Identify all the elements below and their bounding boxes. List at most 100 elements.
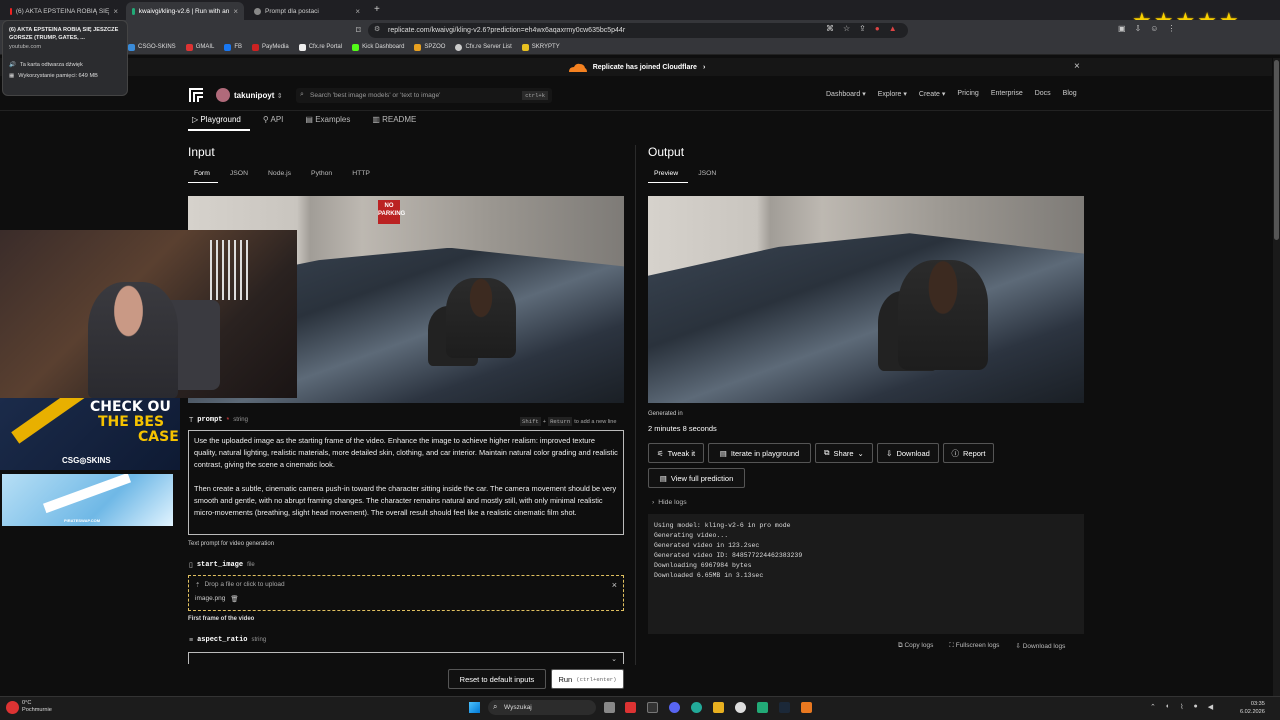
tab-youtube[interactable]: (6) AKTA EPSTEINA ROBIĄ SIĘ × bbox=[4, 2, 124, 20]
spreadsheet-icon[interactable] bbox=[757, 702, 768, 713]
tweak-button[interactable]: ⚟ Tweak it bbox=[648, 443, 704, 463]
nav-create[interactable]: Create ▾ bbox=[919, 90, 945, 98]
network-icon[interactable]: ⌇ bbox=[1180, 703, 1183, 711]
iterate-button[interactable]: ▤ Iterate in playground bbox=[708, 443, 811, 463]
run-button[interactable]: Run (ctrl+enter) bbox=[551, 669, 624, 689]
brave-icon[interactable] bbox=[625, 702, 636, 713]
tab-readme[interactable]: ▥ README bbox=[372, 115, 416, 124]
tab-json[interactable]: JSON bbox=[230, 170, 248, 177]
file-explorer-icon[interactable] bbox=[713, 702, 724, 713]
search-input[interactable]: ⌕ Search 'best image models' or 'text to… bbox=[296, 88, 552, 103]
share-button[interactable]: ⧉ Share ⌄ bbox=[815, 443, 873, 463]
clear-file-icon[interactable]: × bbox=[612, 580, 617, 590]
nav-blog[interactable]: Blog bbox=[1063, 90, 1077, 98]
tab-python[interactable]: Python bbox=[311, 170, 332, 177]
bookmark-skrypty[interactable]: SKRYPTY bbox=[521, 43, 560, 51]
app-icon[interactable] bbox=[801, 702, 812, 713]
replicate-logo[interactable] bbox=[188, 87, 204, 103]
aspect-ratio-select[interactable]: ⌄ bbox=[188, 652, 624, 664]
mic-icon[interactable]: ● bbox=[1194, 703, 1198, 711]
tab-examples[interactable]: ▤ Examples bbox=[305, 115, 350, 124]
scrollbar-thumb[interactable] bbox=[1274, 60, 1279, 240]
tab-api[interactable]: ⚲ API bbox=[263, 115, 284, 124]
nav-pricing[interactable]: Pricing bbox=[957, 90, 978, 98]
bookmark-cfx-portal[interactable]: Cfx.re Portal bbox=[298, 43, 342, 51]
bookmark-spzoo[interactable]: SPZOO bbox=[414, 43, 445, 51]
nav-docs[interactable]: Docs bbox=[1035, 90, 1051, 98]
bookmark-kick-dashboard[interactable]: Kick Dashboard bbox=[352, 43, 404, 51]
bookmark-icon[interactable]: ⌑ bbox=[356, 25, 361, 36]
tab-playground[interactable]: ▷ Playground bbox=[192, 115, 241, 124]
output-video[interactable] bbox=[648, 196, 1084, 403]
streamer bbox=[88, 282, 178, 398]
discord-icon[interactable] bbox=[669, 702, 680, 713]
sliders-icon: ⚟ bbox=[656, 448, 664, 458]
start-image-description: First frame of the video bbox=[188, 616, 255, 622]
view-full-prediction-button[interactable]: ▤ View full prediction bbox=[648, 468, 745, 488]
gun-graphic bbox=[43, 474, 131, 514]
generated-label: Generated in bbox=[648, 411, 683, 417]
download-icon[interactable]: ⇩ bbox=[1135, 24, 1142, 33]
avatar[interactable] bbox=[216, 88, 230, 102]
bookmark-fb[interactable]: FB bbox=[224, 43, 242, 51]
windows-start-icon[interactable] bbox=[469, 702, 480, 713]
search-placeholder: Wyszukaj bbox=[504, 704, 532, 711]
clock[interactable]: 03:35 6.02.2026 bbox=[1240, 700, 1265, 716]
tab-prompt[interactable]: Prompt dla postaci × bbox=[248, 2, 366, 20]
extension-icon[interactable]: ● bbox=[875, 24, 880, 33]
steam-icon[interactable] bbox=[779, 702, 790, 713]
hide-logs-toggle[interactable]: › Hide logs bbox=[652, 499, 687, 506]
cloudflare-banner[interactable]: Replicate has joined Cloudflare › bbox=[0, 58, 1272, 76]
tab-preview[interactable]: Preview bbox=[654, 170, 678, 177]
volume-icon[interactable]: ◀ bbox=[1208, 703, 1213, 711]
tab-form[interactable]: Form bbox=[194, 170, 210, 177]
tray-app-icon[interactable]: ◐ bbox=[1166, 703, 1170, 711]
profile-icon[interactable]: ☺ bbox=[1150, 24, 1158, 33]
aspect-ratio-type: string bbox=[251, 637, 267, 643]
taskbar-search[interactable]: ⌕ Wyszukaj bbox=[488, 700, 596, 715]
share-icon[interactable]: ⇪ bbox=[859, 24, 866, 33]
extensions-icon[interactable]: ▣ bbox=[1118, 24, 1126, 33]
terminal-icon[interactable] bbox=[647, 702, 658, 713]
tab-nodejs[interactable]: Node.js bbox=[268, 170, 291, 177]
bookmark-cfx-server-list[interactable]: Cfx.re Server List bbox=[455, 43, 512, 51]
bookmark-gmail[interactable]: GMAIL bbox=[185, 43, 214, 51]
copy-logs-button[interactable]: ⧉ Copy logs bbox=[898, 642, 933, 650]
banner-close-icon[interactable]: × bbox=[1074, 61, 1080, 72]
hover-card-title: (6) AKTA EPSTEINA ROBIĄ SIĘ JESZCZE GORS… bbox=[9, 27, 119, 41]
new-tab-icon[interactable]: + bbox=[374, 4, 380, 15]
chevron-up-icon[interactable]: ⌃ bbox=[1150, 703, 1156, 711]
tab-http[interactable]: HTTP bbox=[352, 170, 370, 177]
tab-json[interactable]: JSON bbox=[698, 170, 716, 177]
download-logs-button[interactable]: ⇩ Download logs bbox=[1015, 642, 1065, 650]
task-view-icon[interactable] bbox=[604, 702, 615, 713]
file-upload-dropzone[interactable]: ⇡ Drop a file or click to upload image.pn… bbox=[188, 575, 624, 611]
close-icon[interactable]: × bbox=[233, 7, 238, 16]
chrome-icon[interactable] bbox=[691, 702, 702, 713]
bookmark-paymedia[interactable]: PayMedia bbox=[252, 43, 289, 51]
generated-value: 2 minutes 8 seconds bbox=[648, 424, 717, 433]
close-icon[interactable]: × bbox=[113, 7, 118, 16]
menu-icon[interactable]: ⋮ bbox=[1167, 24, 1175, 33]
media-player-icon[interactable] bbox=[735, 702, 746, 713]
trash-icon[interactable]: 🗑 bbox=[230, 595, 238, 603]
translate-icon[interactable]: ⌘ bbox=[826, 24, 834, 33]
close-icon[interactable]: × bbox=[355, 7, 360, 16]
tab-title: (6) AKTA EPSTEINA ROBIĄ SIĘ bbox=[15, 7, 110, 15]
nav-enterprise[interactable]: Enterprise bbox=[991, 90, 1023, 98]
tab-replicate[interactable]: kwaivgi/kling-v2.6 | Run with an × bbox=[126, 2, 244, 20]
nav-dashboard[interactable]: Dashboard ▾ bbox=[826, 90, 866, 98]
star-bookmark-icon[interactable]: ☆ bbox=[843, 24, 850, 33]
fullscreen-logs-button[interactable]: ⛶ Fullscreen logs bbox=[949, 642, 999, 650]
log-line: Generating video... bbox=[654, 532, 729, 539]
report-button[interactable]: ⓘ Report bbox=[943, 443, 994, 463]
weather-widget[interactable]: 0°C Pochmurnie bbox=[22, 700, 52, 714]
site-info-icon[interactable]: ⚙ bbox=[374, 25, 380, 33]
reset-inputs-button[interactable]: Reset to default inputs bbox=[448, 669, 546, 689]
bookmark-csgo-skins[interactable]: CSGO-SKINS bbox=[128, 43, 176, 51]
download-button[interactable]: ⇩ Download bbox=[877, 443, 939, 463]
prompt-textarea[interactable]: Use the uploaded image as the starting f… bbox=[188, 430, 624, 535]
username[interactable]: takunipoyt ⇕ bbox=[234, 91, 283, 100]
alert-icon[interactable]: ▲ bbox=[889, 24, 897, 33]
nav-explore[interactable]: Explore ▾ bbox=[878, 90, 907, 98]
